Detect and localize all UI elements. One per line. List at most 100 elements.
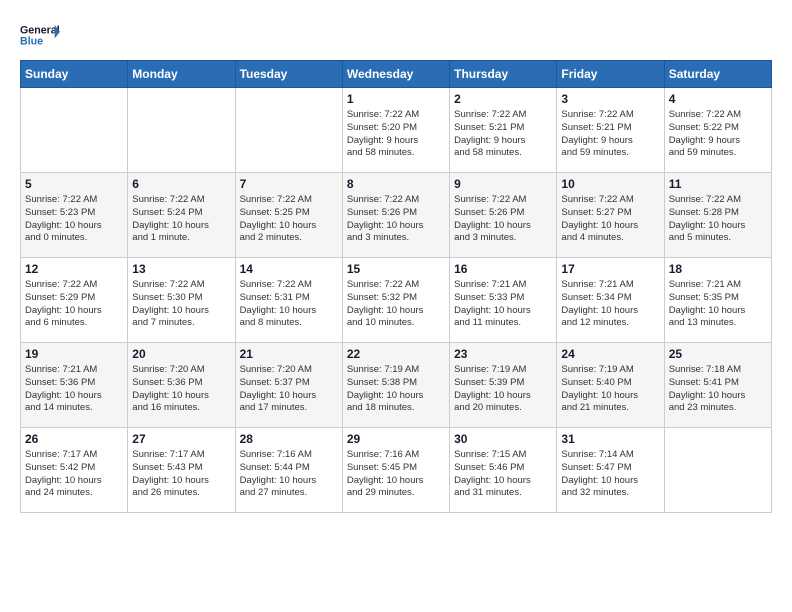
day-info: Sunrise: 7:21 AM Sunset: 5:35 PM Dayligh… bbox=[669, 279, 767, 330]
day-info: Sunrise: 7:21 AM Sunset: 5:33 PM Dayligh… bbox=[454, 279, 552, 330]
calendar-week-2: 12 Sunrise: 7:22 AM Sunset: 5:29 PM Dayli… bbox=[21, 258, 772, 343]
calendar-cell bbox=[664, 428, 771, 513]
day-info: Sunrise: 7:22 AM Sunset: 5:23 PM Dayligh… bbox=[25, 194, 123, 245]
calendar-cell bbox=[235, 88, 342, 173]
day-info: Sunrise: 7:22 AM Sunset: 5:31 PM Dayligh… bbox=[240, 279, 338, 330]
header-tuesday: Tuesday bbox=[235, 61, 342, 88]
header-sunday: Sunday bbox=[21, 61, 128, 88]
day-info: Sunrise: 7:22 AM Sunset: 5:29 PM Dayligh… bbox=[25, 279, 123, 330]
calendar-cell: 17 Sunrise: 7:21 AM Sunset: 5:34 PM Dayli… bbox=[557, 258, 664, 343]
calendar-cell: 6 Sunrise: 7:22 AM Sunset: 5:24 PM Daylig… bbox=[128, 173, 235, 258]
day-info: Sunrise: 7:14 AM Sunset: 5:47 PM Dayligh… bbox=[561, 449, 659, 500]
day-number: 27 bbox=[132, 432, 230, 446]
calendar-cell: 26 Sunrise: 7:17 AM Sunset: 5:42 PM Dayli… bbox=[21, 428, 128, 513]
calendar-cell: 21Sunrise: 7:20 AM Sunset: 5:37 PM Dayli… bbox=[235, 343, 342, 428]
logo: General Blue bbox=[20, 20, 60, 50]
calendar-cell: 13 Sunrise: 7:22 AM Sunset: 5:30 PM Dayli… bbox=[128, 258, 235, 343]
day-info: Sunrise: 7:22 AM Sunset: 5:21 PM Dayligh… bbox=[561, 109, 659, 160]
svg-text:Blue: Blue bbox=[20, 35, 43, 47]
day-info: Sunrise: 7:22 AM Sunset: 5:26 PM Dayligh… bbox=[347, 194, 445, 245]
calendar-cell: 9 Sunrise: 7:22 AM Sunset: 5:26 PM Daylig… bbox=[450, 173, 557, 258]
day-number: 15 bbox=[347, 262, 445, 276]
day-info: Sunrise: 7:22 AM Sunset: 5:32 PM Dayligh… bbox=[347, 279, 445, 330]
day-number: 11 bbox=[669, 177, 767, 191]
day-number: 14 bbox=[240, 262, 338, 276]
day-info: Sunrise: 7:15 AM Sunset: 5:46 PM Dayligh… bbox=[454, 449, 552, 500]
day-info: Sunrise: 7:22 AM Sunset: 5:25 PM Dayligh… bbox=[240, 194, 338, 245]
day-info: Sunrise: 7:19 AM Sunset: 5:38 PM Dayligh… bbox=[347, 364, 445, 415]
calendar-cell: 8 Sunrise: 7:22 AM Sunset: 5:26 PM Daylig… bbox=[342, 173, 449, 258]
calendar-cell: 11 Sunrise: 7:22 AM Sunset: 5:28 PM Dayli… bbox=[664, 173, 771, 258]
calendar-cell: 24 Sunrise: 7:19 AM Sunset: 5:40 PM Dayli… bbox=[557, 343, 664, 428]
calendar-cell: 16 Sunrise: 7:21 AM Sunset: 5:33 PM Dayli… bbox=[450, 258, 557, 343]
day-number: 16 bbox=[454, 262, 552, 276]
calendar-cell: 5 Sunrise: 7:22 AM Sunset: 5:23 PM Daylig… bbox=[21, 173, 128, 258]
calendar-cell: 27 Sunrise: 7:17 AM Sunset: 5:43 PM Dayli… bbox=[128, 428, 235, 513]
calendar-cell bbox=[128, 88, 235, 173]
day-number: 24 bbox=[561, 347, 659, 361]
day-number: 18 bbox=[669, 262, 767, 276]
calendar-cell: 3Sunrise: 7:22 AM Sunset: 5:21 PM Daylig… bbox=[557, 88, 664, 173]
day-number: 12 bbox=[25, 262, 123, 276]
day-number: 29 bbox=[347, 432, 445, 446]
calendar-cell: 23Sunrise: 7:19 AM Sunset: 5:39 PM Dayli… bbox=[450, 343, 557, 428]
day-number: 26 bbox=[25, 432, 123, 446]
day-info: Sunrise: 7:17 AM Sunset: 5:43 PM Dayligh… bbox=[132, 449, 230, 500]
day-number: 20 bbox=[132, 347, 230, 361]
day-number: 2 bbox=[454, 92, 552, 106]
calendar-cell: 4 Sunrise: 7:22 AM Sunset: 5:22 PM Daylig… bbox=[664, 88, 771, 173]
calendar-cell: 22 Sunrise: 7:19 AM Sunset: 5:38 PM Dayli… bbox=[342, 343, 449, 428]
logo-icon: General Blue bbox=[20, 20, 60, 50]
calendar-cell: 20Sunrise: 7:20 AM Sunset: 5:36 PM Dayli… bbox=[128, 343, 235, 428]
calendar-header-row: SundayMondayTuesdayWednesdayThursdayFrid… bbox=[21, 61, 772, 88]
calendar-cell: 2 Sunrise: 7:22 AM Sunset: 5:21 PM Daylig… bbox=[450, 88, 557, 173]
header-monday: Monday bbox=[128, 61, 235, 88]
day-info: Sunrise: 7:22 AM Sunset: 5:21 PM Dayligh… bbox=[454, 109, 552, 160]
day-info: Sunrise: 7:16 AM Sunset: 5:45 PM Dayligh… bbox=[347, 449, 445, 500]
day-info: Sunrise: 7:19 AM Sunset: 5:40 PM Dayligh… bbox=[561, 364, 659, 415]
day-number: 6 bbox=[132, 177, 230, 191]
calendar-week-0: 1 Sunrise: 7:22 AM Sunset: 5:20 PM Daylig… bbox=[21, 88, 772, 173]
day-info: Sunrise: 7:22 AM Sunset: 5:30 PM Dayligh… bbox=[132, 279, 230, 330]
calendar-cell: 29 Sunrise: 7:16 AM Sunset: 5:45 PM Dayli… bbox=[342, 428, 449, 513]
calendar-cell: 14 Sunrise: 7:22 AM Sunset: 5:31 PM Dayli… bbox=[235, 258, 342, 343]
day-info: Sunrise: 7:22 AM Sunset: 5:20 PM Dayligh… bbox=[347, 109, 445, 160]
calendar-cell: 18 Sunrise: 7:21 AM Sunset: 5:35 PM Dayli… bbox=[664, 258, 771, 343]
calendar-cell: 30 Sunrise: 7:15 AM Sunset: 5:46 PM Dayli… bbox=[450, 428, 557, 513]
page-header: General Blue bbox=[20, 20, 772, 50]
day-info: Sunrise: 7:22 AM Sunset: 5:26 PM Dayligh… bbox=[454, 194, 552, 245]
day-info: Sunrise: 7:22 AM Sunset: 5:24 PM Dayligh… bbox=[132, 194, 230, 245]
day-number: 23 bbox=[454, 347, 552, 361]
day-number: 1 bbox=[347, 92, 445, 106]
calendar-week-4: 26 Sunrise: 7:17 AM Sunset: 5:42 PM Dayli… bbox=[21, 428, 772, 513]
day-info: Sunrise: 7:17 AM Sunset: 5:42 PM Dayligh… bbox=[25, 449, 123, 500]
day-number: 17 bbox=[561, 262, 659, 276]
day-number: 22 bbox=[347, 347, 445, 361]
day-info: Sunrise: 7:22 AM Sunset: 5:28 PM Dayligh… bbox=[669, 194, 767, 245]
day-number: 30 bbox=[454, 432, 552, 446]
day-number: 25 bbox=[669, 347, 767, 361]
day-number: 21 bbox=[240, 347, 338, 361]
day-number: 8 bbox=[347, 177, 445, 191]
calendar-cell: 1 Sunrise: 7:22 AM Sunset: 5:20 PM Daylig… bbox=[342, 88, 449, 173]
header-thursday: Thursday bbox=[450, 61, 557, 88]
day-number: 9 bbox=[454, 177, 552, 191]
day-info: Sunrise: 7:22 AM Sunset: 5:27 PM Dayligh… bbox=[561, 194, 659, 245]
day-info: Sunrise: 7:16 AM Sunset: 5:44 PM Dayligh… bbox=[240, 449, 338, 500]
calendar-week-1: 5 Sunrise: 7:22 AM Sunset: 5:23 PM Daylig… bbox=[21, 173, 772, 258]
header-wednesday: Wednesday bbox=[342, 61, 449, 88]
day-number: 19 bbox=[25, 347, 123, 361]
calendar-cell: 25Sunrise: 7:18 AM Sunset: 5:41 PM Dayli… bbox=[664, 343, 771, 428]
day-number: 13 bbox=[132, 262, 230, 276]
calendar-cell bbox=[21, 88, 128, 173]
calendar-cell: 28 Sunrise: 7:16 AM Sunset: 5:44 PM Dayli… bbox=[235, 428, 342, 513]
day-number: 4 bbox=[669, 92, 767, 106]
day-info: Sunrise: 7:21 AM Sunset: 5:34 PM Dayligh… bbox=[561, 279, 659, 330]
calendar-table: SundayMondayTuesdayWednesdayThursdayFrid… bbox=[20, 60, 772, 513]
day-number: 28 bbox=[240, 432, 338, 446]
day-info: Sunrise: 7:22 AM Sunset: 5:22 PM Dayligh… bbox=[669, 109, 767, 160]
header-saturday: Saturday bbox=[664, 61, 771, 88]
calendar-cell: 19Sunrise: 7:21 AM Sunset: 5:36 PM Dayli… bbox=[21, 343, 128, 428]
day-number: 5 bbox=[25, 177, 123, 191]
header-friday: Friday bbox=[557, 61, 664, 88]
